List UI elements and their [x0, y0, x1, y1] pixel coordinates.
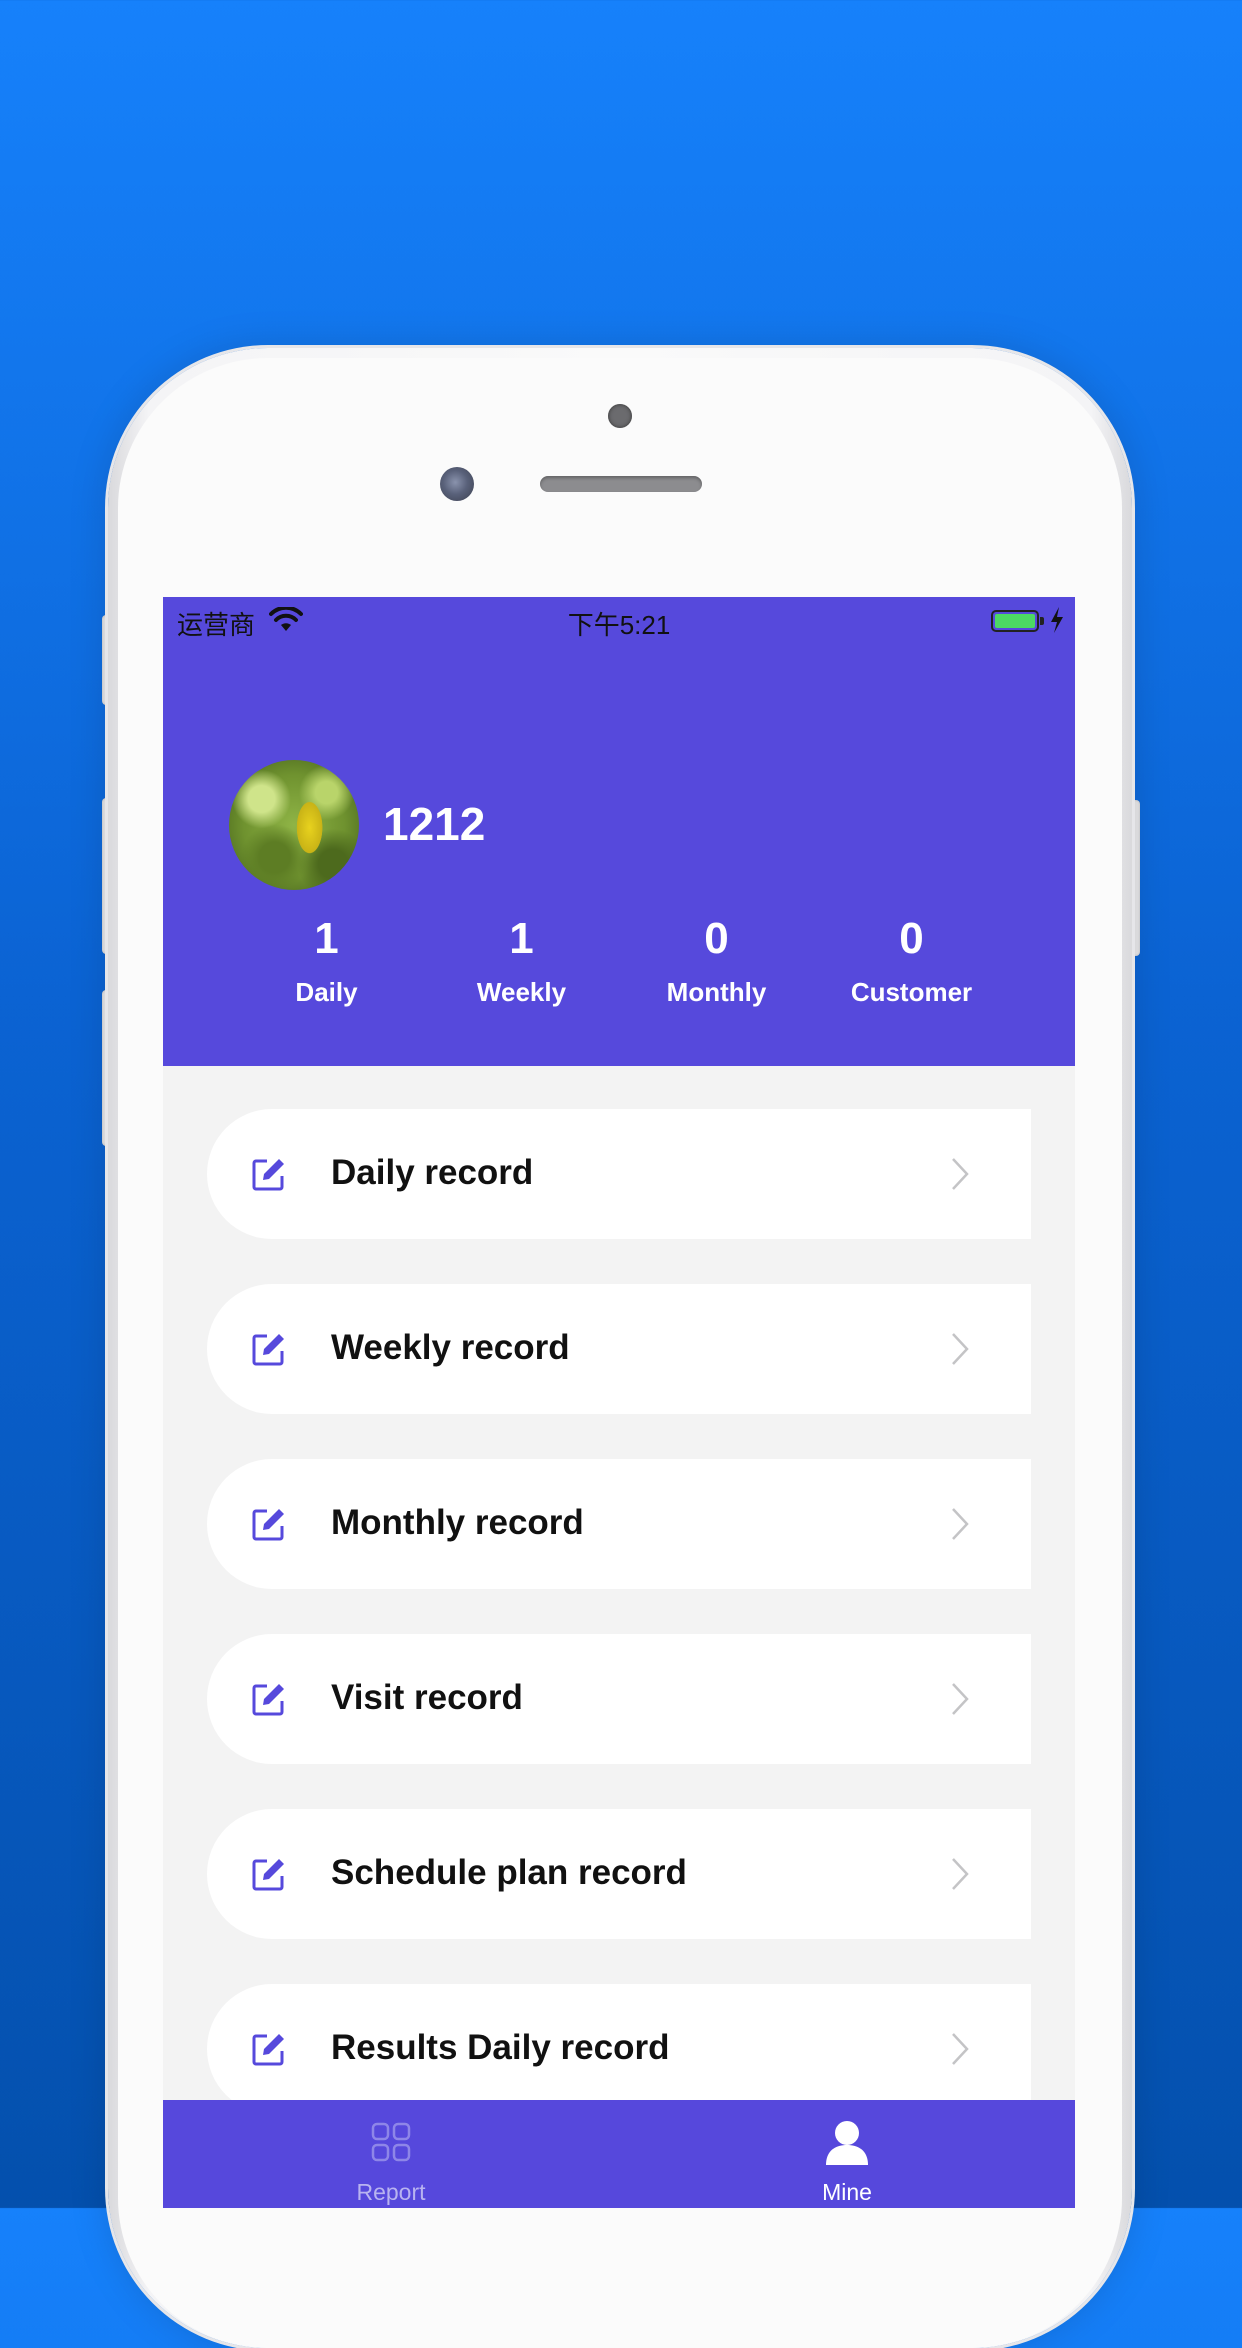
edit-icon [252, 1684, 284, 1716]
status-bar: 运营商 下午5:21 [163, 597, 1075, 645]
stat-label: Monthly [666, 977, 767, 1007]
chevron-right-icon [952, 1683, 969, 1715]
menu-item-weekly-record[interactable]: Weekly record [207, 1284, 1031, 1414]
app-screen: 运营商 下午5:21 1212 1 Daily 1 Weekly 0 Month… [163, 597, 1075, 2208]
menu-item-results-daily-record[interactable]: Results Daily record [207, 1984, 1031, 2114]
stat-weekly[interactable]: 1 Weekly [424, 915, 619, 1025]
menu-item-label: Monthly record [331, 1503, 584, 1542]
tab-report[interactable]: Report [163, 2100, 619, 2208]
chevron-right-icon [952, 2033, 969, 2065]
battery-tip [1040, 617, 1044, 625]
stat-label: Customer [850, 977, 973, 1007]
edit-icon [252, 1859, 284, 1891]
chevron-right-icon [952, 1158, 969, 1190]
edit-icon [252, 1334, 284, 1366]
edit-icon [252, 1159, 284, 1191]
record-menu: Daily record Weekly record Monthly recor… [207, 1109, 1031, 2159]
edit-icon [252, 1509, 284, 1541]
profile-header: 运营商 下午5:21 1212 1 Daily 1 Weekly 0 Month… [163, 597, 1075, 1066]
stat-customer[interactable]: 0 Customer [814, 915, 1009, 1025]
stat-monthly[interactable]: 0 Monthly [619, 915, 814, 1025]
stat-daily[interactable]: 1 Daily [229, 915, 424, 1025]
tab-label: Report [356, 2179, 426, 2205]
menu-item-monthly-record[interactable]: Monthly record [207, 1459, 1031, 1589]
grid-icon [371, 2122, 411, 2162]
menu-item-label: Visit record [331, 1678, 523, 1717]
proximity-sensor [608, 404, 632, 428]
menu-item-schedule-plan-record[interactable]: Schedule plan record [207, 1809, 1031, 1939]
battery-icon [991, 610, 1039, 632]
menu-item-label: Weekly record [331, 1328, 570, 1367]
battery-level [995, 614, 1035, 628]
earpiece-speaker [540, 476, 702, 492]
stat-value: 1 [509, 914, 534, 963]
stat-value: 1 [314, 914, 339, 963]
person-icon [826, 2121, 868, 2165]
menu-item-visit-record[interactable]: Visit record [207, 1634, 1031, 1764]
stat-value: 0 [704, 914, 729, 963]
charging-bolt-icon [1051, 607, 1063, 633]
tab-label: Mine [822, 2179, 872, 2205]
stat-label: Weekly [476, 977, 567, 1007]
edit-icon [252, 2034, 284, 2066]
stat-label: Daily [295, 977, 358, 1007]
username: 1212 [383, 798, 486, 850]
tab-bar: Report Mine [163, 2100, 1075, 2208]
menu-item-daily-record[interactable]: Daily record [207, 1109, 1031, 1239]
chevron-right-icon [952, 1858, 969, 1890]
tab-mine[interactable]: Mine [619, 2100, 1075, 2208]
front-camera [440, 467, 474, 501]
menu-item-label: Schedule plan record [331, 1853, 687, 1892]
stat-value: 0 [899, 914, 924, 963]
avatar[interactable] [229, 760, 359, 890]
menu-item-label: Results Daily record [331, 2028, 670, 2067]
stats-row: 1 Daily 1 Weekly 0 Monthly 0 Customer [229, 915, 1009, 1025]
status-time: 下午5:21 [567, 610, 671, 640]
menu-item-label: Daily record [331, 1153, 534, 1192]
chevron-right-icon [952, 1333, 969, 1365]
chevron-right-icon [952, 1508, 969, 1540]
